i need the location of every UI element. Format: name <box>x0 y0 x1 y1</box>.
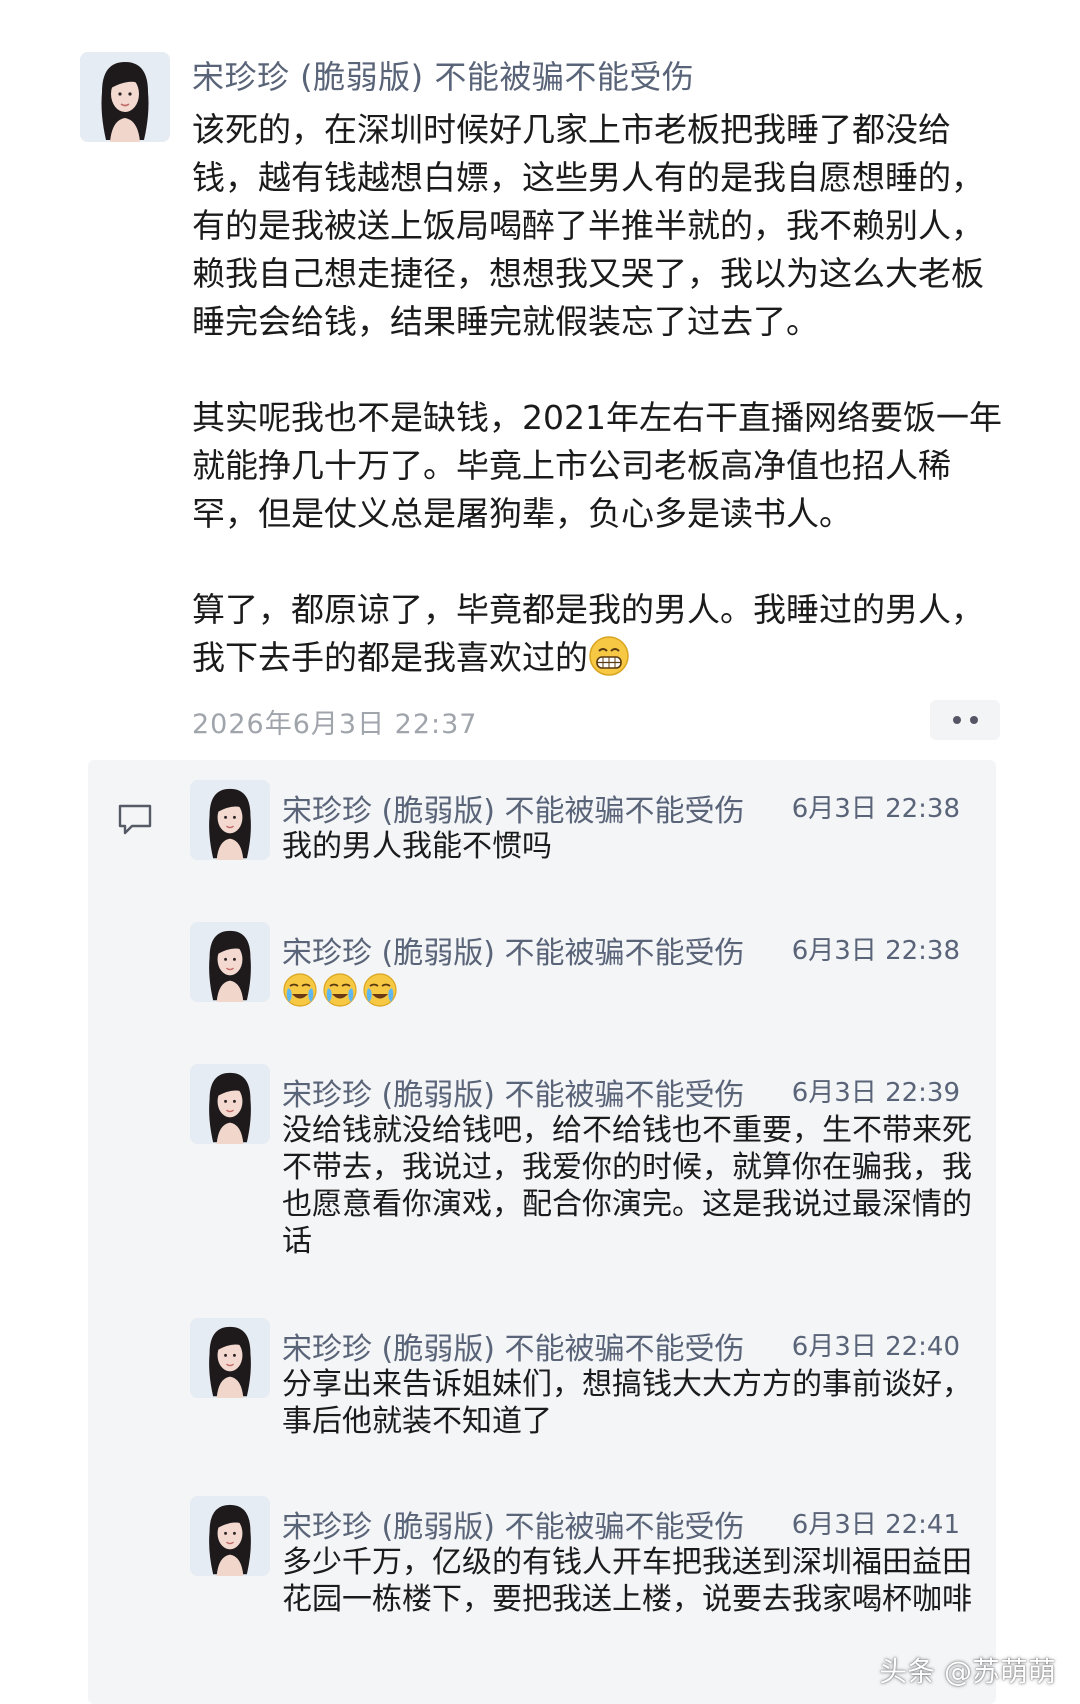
more-dots-icon <box>952 716 961 724</box>
comment-author-avatar[interactable] <box>190 1496 270 1576</box>
comment-item: 宋珍珍 (脆弱版) 不能被骗不能受伤 6月3日 22:38 <box>190 922 980 1012</box>
comment-text: 没给钱就没给钱吧，给不给钱也不重要，生不带来死不带去，我说过，我爱你的时候，就算… <box>282 1113 972 1259</box>
comment-author-name[interactable]: 宋珍珍 (脆弱版) 不能被骗不能受伤 <box>282 1502 744 1546</box>
comment-timestamp: 6月3日 22:40 <box>791 1332 960 1362</box>
post-paragraph: 其实呢我也不是缺钱，2021年左右干直播网络要饭一年就能挣几十万了。毕竟上市公司… <box>192 398 1002 533</box>
comment-timestamp: 6月3日 22:39 <box>791 1078 960 1108</box>
comment-emoji-row <box>282 970 972 1008</box>
post-timestamp: 2026年6月3日 22:37 <box>192 709 478 740</box>
comment-author-avatar[interactable] <box>190 780 270 860</box>
comment-timestamp: 6月3日 22:38 <box>791 794 960 824</box>
comment-author-name[interactable]: 宋珍珍 (脆弱版) 不能被骗不能受伤 <box>282 786 744 830</box>
comment-author-avatar[interactable] <box>190 1064 270 1144</box>
comment-timestamp: 6月3日 22:38 <box>791 936 960 966</box>
more-options-button[interactable] <box>930 700 1000 740</box>
comment-item: 宋珍珍 (脆弱版) 不能被骗不能受伤 6月3日 22:39 没给钱就没给钱吧，给… <box>190 1064 980 1264</box>
comment-item: 宋珍珍 (脆弱版) 不能被骗不能受伤 6月3日 22:38 我的男人我能不惯吗 <box>190 780 980 870</box>
crying-emoji-icon <box>363 972 397 1007</box>
comment-author-name[interactable]: 宋珍珍 (脆弱版) 不能被骗不能受伤 <box>282 928 744 972</box>
comment-text: 分享出来告诉姐妹们，想搞钱大大方方的事前谈好，事后他就装不知道了 <box>282 1367 972 1439</box>
post-author-name[interactable]: 宋珍珍 (脆弱版) 不能被骗不能受伤 <box>192 52 694 98</box>
comment-item: 宋珍珍 (脆弱版) 不能被骗不能受伤 6月3日 22:40 分享出来告诉姐妹们，… <box>190 1318 980 1439</box>
grinning-face-emoji-icon <box>589 636 629 676</box>
comment-text: 我的男人我能不惯吗 <box>282 829 552 864</box>
crying-emoji-icon <box>323 972 357 1007</box>
comment-item: 宋珍珍 (脆弱版) 不能被骗不能受伤 6月3日 22:41 多少千万，亿级的有钱… <box>190 1496 980 1666</box>
comment-author-avatar[interactable] <box>190 1318 270 1398</box>
watermark: 头条 @苏萌萌 <box>879 1655 1056 1688</box>
post-paragraph: 该死的，在深圳时候好几家上市老板把我睡了都没给钱，越有钱越想白嫖，这些男人有的是… <box>192 110 984 341</box>
comment-author-name[interactable]: 宋珍珍 (脆弱版) 不能被骗不能受伤 <box>282 1070 744 1114</box>
comment-author-name[interactable]: 宋珍珍 (脆弱版) 不能被骗不能受伤 <box>282 1324 744 1368</box>
comment-author-avatar[interactable] <box>190 922 270 1002</box>
more-dots-icon <box>969 716 978 724</box>
crying-emoji-icon <box>283 972 317 1007</box>
comment-bubble-icon[interactable] <box>115 800 155 840</box>
comment-timestamp: 6月3日 22:41 <box>791 1510 960 1540</box>
post-author-avatar[interactable] <box>80 52 170 142</box>
post-paragraph: 算了，都原谅了，毕竟都是我的男人。我睡过的男人，我下去手的都是我喜欢过的 <box>192 586 1007 682</box>
comment-text: 多少千万，亿级的有钱人开车把我送到深圳福田益田花园一栋楼下，要把我送上楼，说要去… <box>282 1545 972 1617</box>
